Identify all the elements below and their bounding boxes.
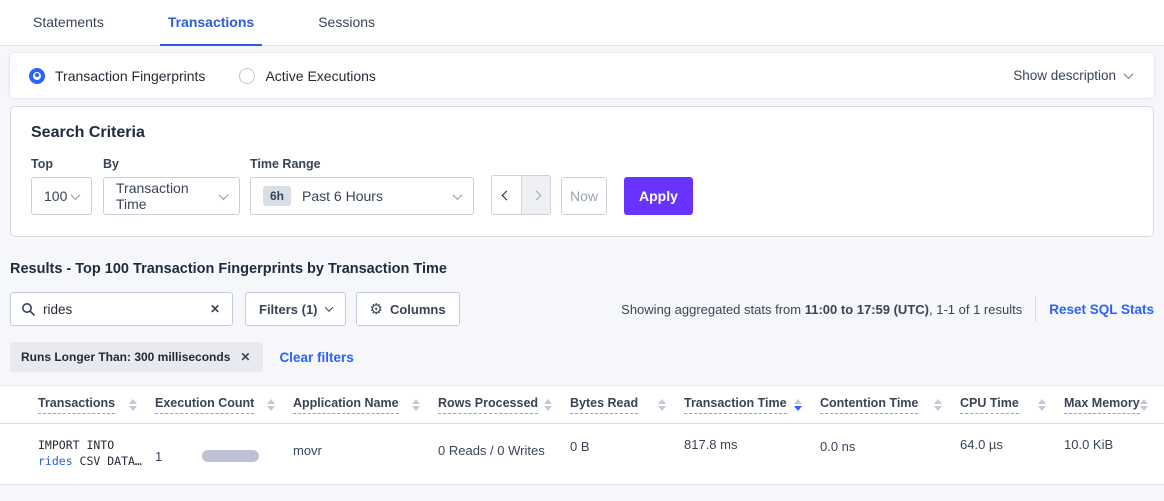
time-range-label: Time Range	[250, 157, 491, 171]
cell-execution-count: 1	[155, 437, 293, 469]
sort-icon[interactable]	[794, 399, 802, 411]
header-execution-count: Execution Count	[155, 396, 293, 414]
filter-chip-remove-icon[interactable]: ✕	[238, 348, 252, 366]
sort-icon[interactable]	[412, 399, 420, 411]
time-range-value: Past 6 Hours	[302, 188, 383, 204]
tab-transactions[interactable]: Transactions	[160, 14, 262, 46]
header-bytes-read: Bytes Read	[570, 396, 684, 414]
gear-icon: ⚙	[370, 300, 383, 318]
tab-statements[interactable]: Statements	[25, 14, 112, 46]
radio-unselected-icon	[239, 68, 255, 84]
search-clear-icon[interactable]: ✕	[208, 300, 222, 318]
chevron-down-icon	[453, 190, 463, 200]
time-prev-button[interactable]	[492, 176, 521, 214]
radio-label: Transaction Fingerprints	[55, 68, 205, 84]
filters-button-label: Filters (1)	[259, 302, 318, 317]
sort-icon[interactable]	[1038, 399, 1046, 411]
chevron-down-icon	[1124, 69, 1134, 79]
header-rows-processed: Rows Processed	[438, 396, 570, 414]
table-row: IMPORT INTO rides CSV DATA… 1 movr 0 Rea…	[0, 424, 1164, 485]
show-description-label: Show description	[1013, 68, 1116, 83]
results-table: Transactions Execution Count Application…	[0, 385, 1164, 485]
columns-button-label: Columns	[390, 302, 446, 317]
header-contention-time: Contention Time	[820, 396, 960, 414]
sort-icon[interactable]	[544, 399, 552, 411]
top-select[interactable]: 100	[31, 177, 92, 215]
chevron-down-icon	[71, 190, 81, 200]
time-range-badge: 6h	[263, 186, 291, 206]
header-cpu-time: CPU Time	[960, 396, 1064, 414]
results-heading: Results - Top 100 Transaction Fingerprin…	[10, 261, 1154, 277]
cell-contention-time: 0.0 ns	[820, 437, 960, 469]
chevron-right-icon	[531, 190, 541, 200]
search-input[interactable]	[43, 302, 208, 317]
sort-icon[interactable]	[129, 399, 137, 411]
execution-count-bar	[202, 450, 259, 462]
by-select[interactable]: Transaction Time	[103, 177, 240, 215]
header-transaction-time: Transaction Time	[684, 396, 820, 414]
header-transactions: Transactions	[38, 396, 155, 414]
sort-icon[interactable]	[658, 399, 666, 411]
show-description-toggle[interactable]: Show description	[1013, 68, 1132, 83]
active-filters-row: Runs Longer Than: 300 milliseconds ✕ Cle…	[10, 342, 1154, 372]
time-next-button[interactable]	[521, 176, 550, 214]
radio-selected-icon	[29, 68, 45, 84]
cell-transaction-fingerprint[interactable]: IMPORT INTO rides CSV DATA…	[38, 437, 155, 469]
apply-button[interactable]: Apply	[624, 177, 693, 215]
time-range-select[interactable]: 6h Past 6 Hours	[250, 177, 474, 215]
time-nav-group	[491, 175, 551, 215]
view-toggle-bar: Transaction Fingerprints Active Executio…	[10, 53, 1154, 98]
filters-button[interactable]: Filters (1)	[245, 292, 346, 326]
radio-label: Active Executions	[265, 68, 376, 84]
clear-filters-link[interactable]: Clear filters	[279, 350, 353, 365]
columns-button[interactable]: ⚙ Columns	[356, 292, 460, 326]
results-search-box: ✕	[10, 292, 233, 326]
cell-rows-processed: 0 Reads / 0 Writes	[438, 437, 570, 469]
page-tabs: Statements Transactions Sessions	[0, 0, 1164, 46]
stats-text: Showing aggregated stats from 11:00 to 1…	[621, 302, 1022, 317]
header-application-name: Application Name	[293, 396, 438, 414]
cell-bytes-read: 0 B	[570, 437, 684, 469]
header-max-memory: Max Memory	[1064, 396, 1164, 414]
now-button[interactable]: Now	[561, 177, 607, 215]
filter-chip: Runs Longer Than: 300 milliseconds ✕	[10, 342, 263, 372]
table-header-row: Transactions Execution Count Application…	[0, 386, 1164, 424]
chevron-left-icon	[502, 190, 512, 200]
top-select-value: 100	[44, 188, 67, 204]
transaction-table-link[interactable]: rides	[38, 454, 73, 468]
tab-sessions[interactable]: Sessions	[310, 14, 383, 46]
search-icon	[21, 302, 35, 316]
stats-summary: Showing aggregated stats from 11:00 to 1…	[621, 296, 1154, 322]
chevron-down-icon	[324, 303, 332, 311]
results-controls: ✕ Filters (1) ⚙ Columns Showing aggregat…	[10, 292, 1154, 326]
search-criteria-card: Search Criteria Top 100 By Transaction T…	[10, 106, 1154, 237]
cell-cpu-time: 64.0 µs	[960, 437, 1064, 469]
reset-sql-stats-link[interactable]: Reset SQL Stats	[1049, 302, 1154, 317]
cell-transaction-time: 817.8 ms	[684, 437, 820, 469]
cell-application-name: movr	[293, 437, 438, 469]
top-label: Top	[31, 157, 103, 171]
sort-icon[interactable]	[934, 399, 942, 411]
divider	[1035, 296, 1036, 322]
by-select-value: Transaction Time	[116, 180, 220, 212]
sort-icon[interactable]	[267, 399, 275, 411]
by-label: By	[103, 157, 250, 171]
search-criteria-title: Search Criteria	[31, 124, 1133, 142]
sort-icon[interactable]	[1140, 399, 1148, 411]
radio-transaction-fingerprints[interactable]: Transaction Fingerprints	[29, 68, 205, 84]
filter-chip-label: Runs Longer Than: 300 milliseconds	[21, 350, 230, 364]
cell-max-memory: 10.0 KiB	[1064, 437, 1164, 469]
radio-active-executions[interactable]: Active Executions	[239, 68, 376, 84]
